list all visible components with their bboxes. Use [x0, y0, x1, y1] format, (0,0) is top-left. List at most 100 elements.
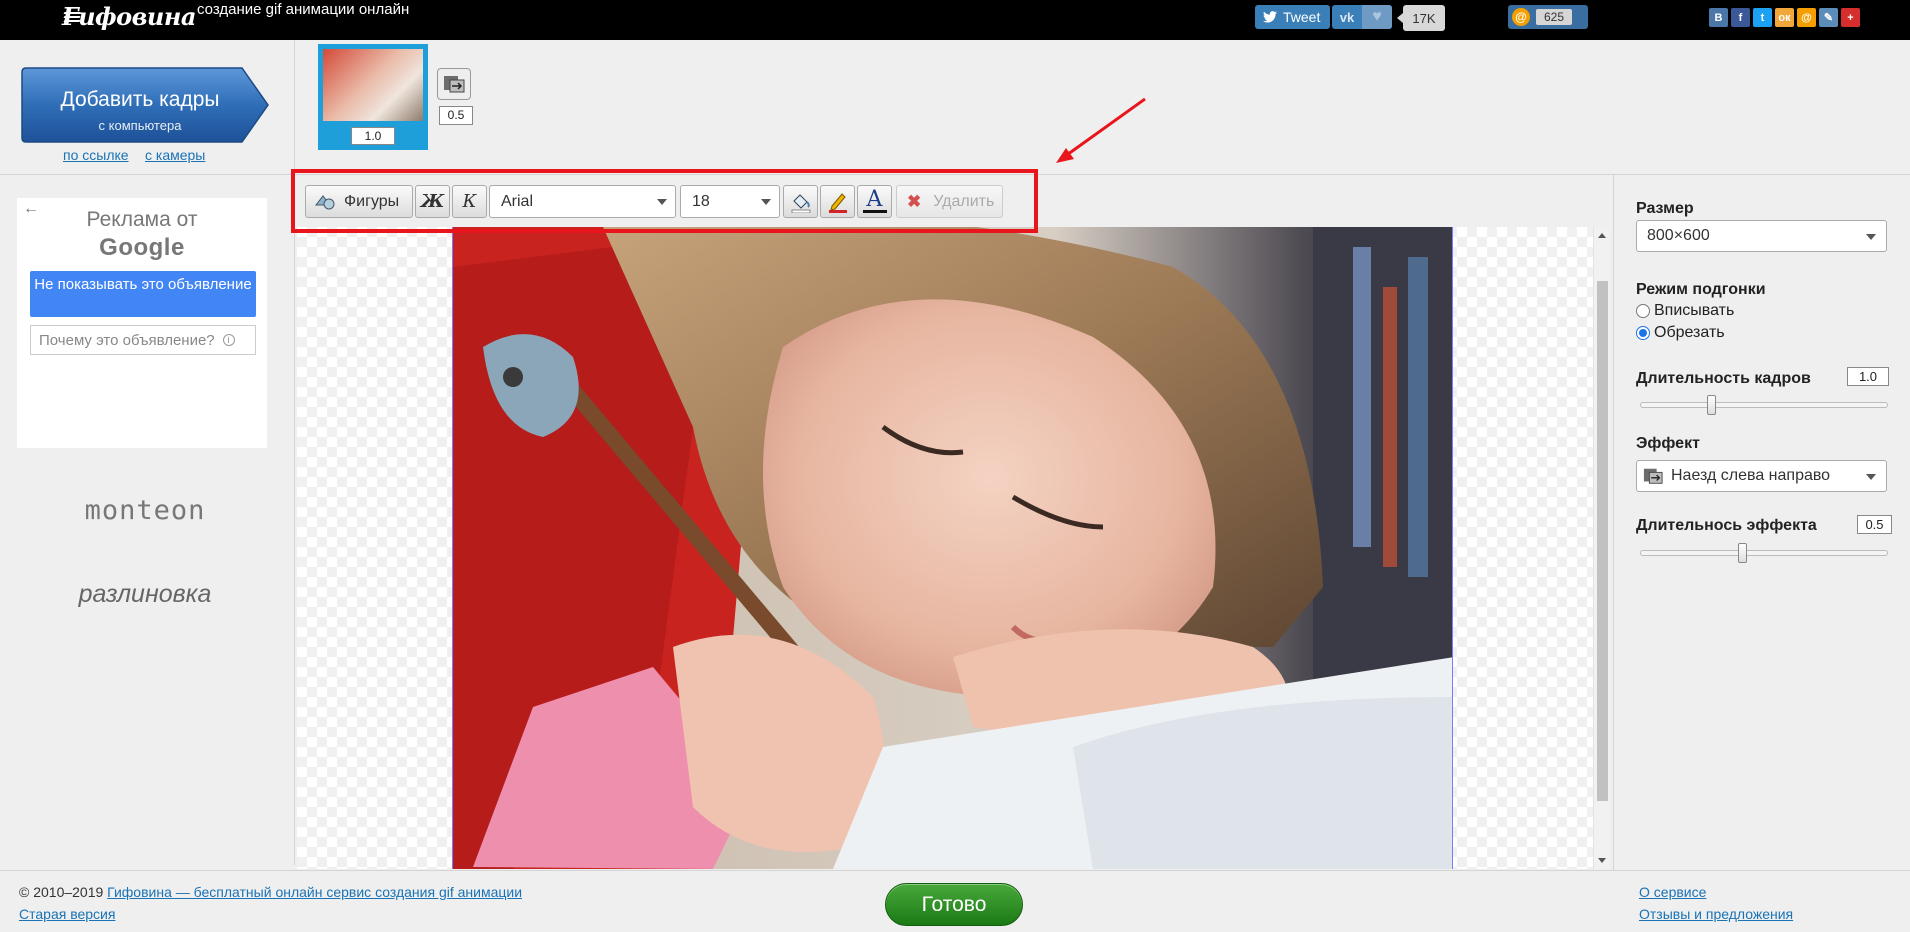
done-button[interactable]: Готово — [885, 883, 1023, 926]
annotation-arrow-icon — [1056, 97, 1146, 163]
copyright-text: © 2010–2019 — [19, 884, 104, 900]
scroll-thumb[interactable] — [1597, 281, 1608, 801]
vk-share-icon[interactable]: В — [1709, 8, 1728, 27]
size-select[interactable]: 800×600 — [1636, 220, 1887, 252]
hide-ad-button[interactable]: Не показывать это объявление — [30, 271, 256, 317]
left-divider — [294, 40, 295, 865]
tweet-label: Tweet — [1283, 9, 1321, 25]
stroke-color-button[interactable] — [820, 185, 855, 218]
vk-logo-icon: vk — [1339, 9, 1355, 25]
effect-value: Наезд слева направо — [1671, 467, 1831, 484]
mail-share-button[interactable]: @ 625 — [1508, 5, 1588, 29]
radio-crop[interactable] — [1636, 326, 1650, 340]
feedback-link[interactable]: Отзывы и предложения — [1639, 906, 1793, 922]
figures-label: Фигуры — [344, 192, 400, 210]
text-color-glyph: A — [866, 187, 883, 212]
shapes-icon — [314, 194, 335, 209]
mail-share-icon[interactable]: @ — [1797, 8, 1816, 27]
bold-button[interactable]: Ж — [415, 185, 450, 218]
monteon-link[interactable]: monteon — [0, 495, 290, 526]
old-version-link[interactable]: Старая версия — [19, 906, 115, 922]
fit-option-inscribe[interactable]: Вписывать — [1636, 302, 1734, 320]
frame-duration-input[interactable]: 1.0 — [351, 127, 395, 145]
header-area — [0, 40, 1910, 175]
font-size-value: 18 — [692, 192, 710, 210]
why-this-ad-label: Почему это объявление? — [39, 331, 215, 349]
google-logo: Google — [99, 234, 185, 261]
mail-share-count: 625 — [1536, 9, 1573, 25]
transition-effect-icon[interactable] — [437, 68, 471, 100]
chevron-down-icon — [1866, 474, 1876, 480]
more-share-icon[interactable]: + — [1841, 8, 1860, 27]
like-count: 17K — [1397, 5, 1445, 31]
by-link[interactable]: по ссылке — [63, 147, 129, 163]
pencil-icon — [828, 192, 847, 213]
italic-button[interactable]: К — [452, 185, 487, 218]
delete-label: Удалить — [933, 192, 995, 210]
radio-inscribe[interactable] — [1636, 304, 1650, 318]
transition-effect-icon — [1643, 468, 1663, 484]
razlinovka-link[interactable]: разлиновка — [0, 580, 290, 609]
vk-like-button[interactable]: vk ♥ — [1332, 5, 1392, 29]
frame-duration-value-input[interactable]: 1.0 — [1847, 367, 1889, 386]
livejournal-share-icon[interactable]: ✎ — [1819, 8, 1838, 27]
twitter-bird-icon — [1263, 11, 1277, 23]
tweet-button[interactable]: Tweet — [1255, 5, 1330, 29]
info-icon: i — [222, 334, 235, 346]
frame-duration-slider[interactable] — [1640, 395, 1888, 415]
photo-illustration — [453, 227, 1452, 869]
site-tagline: создание gif анимации онлайн — [197, 1, 410, 18]
about-link[interactable]: О сервисе — [1639, 884, 1706, 900]
why-this-ad-button[interactable]: Почему это объявление? i — [30, 325, 256, 355]
slider-handle[interactable] — [1738, 543, 1747, 563]
google-ad: ← Реклама от Google Не показывать это об… — [17, 198, 267, 448]
add-frames-button[interactable]: Добавить кадры с компьютера — [20, 66, 270, 144]
effect-duration-input[interactable]: 0.5 — [439, 106, 473, 125]
effect-duration-label: Длительнось эффекта — [1636, 517, 1817, 534]
chevron-down-icon — [761, 199, 771, 205]
chevron-down-icon — [1866, 234, 1876, 240]
frame-photo[interactable] — [452, 227, 1453, 869]
text-color-button[interactable]: A — [857, 185, 892, 218]
size-label: Размер — [1636, 200, 1694, 217]
odnoklassniki-share-icon[interactable]: ок — [1775, 8, 1794, 27]
font-family-select[interactable]: Arial — [489, 185, 676, 218]
delete-button[interactable]: ✖ Удалить — [896, 185, 1003, 218]
fit-option-label: Вписывать — [1654, 302, 1735, 319]
add-frames-title: Добавить кадры — [60, 88, 220, 111]
site-logo[interactable]: Гифовина — [62, 2, 196, 31]
mail-at-icon: @ — [1512, 8, 1530, 26]
frame-duration-label: Длительность кадров — [1636, 370, 1811, 387]
frame-thumbnail[interactable]: 1.0 — [318, 44, 428, 150]
size-value: 800×600 — [1647, 227, 1710, 244]
from-camera-link[interactable]: с камеры — [145, 147, 205, 163]
fill-color-button[interactable] — [783, 185, 818, 218]
site-description-link[interactable]: Гифовина — бесплатный онлайн сервис созд… — [107, 884, 522, 900]
effect-duration-slider[interactable] — [1640, 543, 1888, 563]
scroll-up-icon[interactable] — [1598, 233, 1606, 238]
figures-button[interactable]: Фигуры — [305, 185, 413, 218]
fit-mode-label: Режим подгонки — [1636, 281, 1766, 298]
text-color-swatch — [862, 210, 887, 213]
heart-icon: ♥ — [1362, 5, 1392, 29]
paint-bucket-icon — [791, 193, 810, 213]
twitter-share-icon[interactable]: t — [1753, 8, 1772, 27]
ad-title: Реклама от — [86, 208, 198, 231]
canvas-scrollbar[interactable] — [1593, 227, 1610, 869]
font-size-select[interactable]: 18 — [680, 185, 780, 218]
fit-option-label: Обрезать — [1654, 324, 1725, 341]
font-family-value: Arial — [501, 192, 534, 210]
frame-thumbnail-image — [323, 49, 423, 121]
fit-option-crop[interactable]: Обрезать — [1636, 324, 1725, 342]
delete-icon: ✖ — [907, 191, 922, 211]
scroll-down-icon[interactable] — [1598, 858, 1606, 863]
right-divider — [1613, 175, 1614, 870]
slider-handle[interactable] — [1707, 395, 1716, 415]
chevron-down-icon — [657, 199, 667, 205]
copyright: © 2010–2019 Гифовина — бесплатный онлайн… — [19, 884, 522, 900]
top-bar: Гифовина создание gif анимации онлайн Tw… — [0, 0, 1910, 40]
effect-label: Эффект — [1636, 435, 1700, 452]
effect-duration-value-input[interactable]: 0.5 — [1857, 515, 1892, 534]
effect-select[interactable]: Наезд слева направо — [1636, 460, 1887, 492]
facebook-share-icon[interactable]: f — [1731, 8, 1750, 27]
